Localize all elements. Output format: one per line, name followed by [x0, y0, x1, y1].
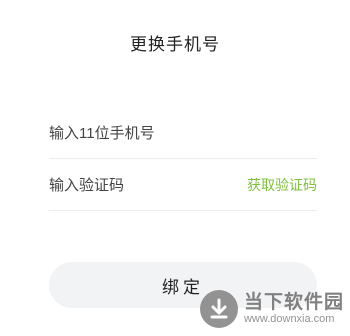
- phone-field-row: [49, 108, 317, 159]
- get-code-button[interactable]: 获取验证码: [247, 175, 317, 195]
- verification-code-input[interactable]: [49, 176, 247, 194]
- watermark: 当下软件园 www.downxia.com: [199, 290, 344, 328]
- watermark-name: 当下软件园: [243, 291, 344, 313]
- watermark-url: www.downxia.com: [243, 313, 335, 326]
- page-title: 更换手机号: [130, 35, 220, 54]
- watermark-text: 当下软件园 www.downxia.com: [243, 291, 344, 326]
- code-field-row: 获取验证码: [49, 160, 317, 211]
- download-logo-icon: [199, 290, 238, 328]
- phone-input[interactable]: [49, 124, 317, 142]
